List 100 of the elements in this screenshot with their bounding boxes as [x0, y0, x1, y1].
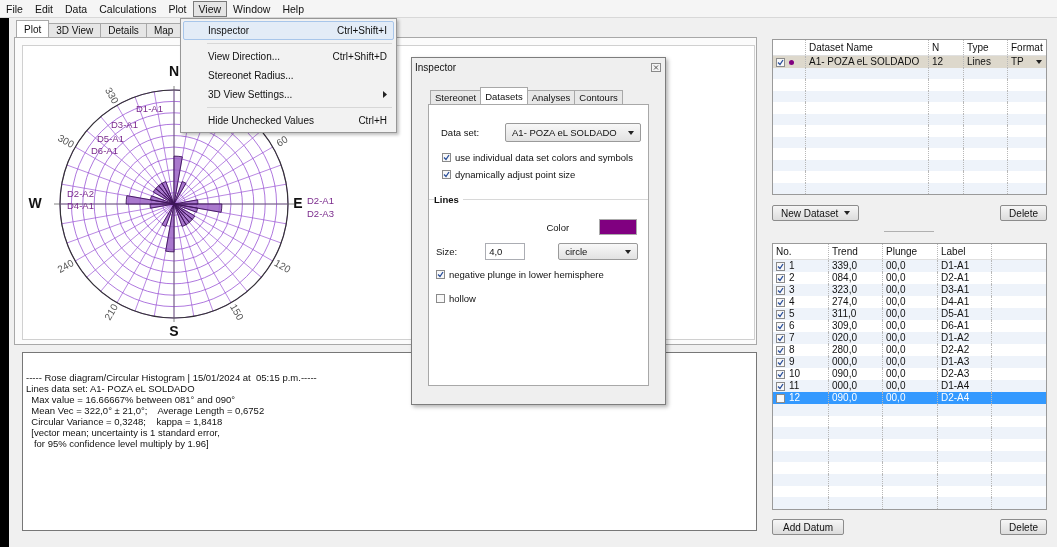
- point-label: D3-A1: [111, 119, 138, 130]
- degree-label: 300: [56, 132, 76, 150]
- table-cell: D5-A1: [938, 308, 992, 320]
- column-header[interactable]: Label: [938, 244, 992, 259]
- column-header[interactable]: Format: [1008, 40, 1046, 55]
- tab[interactable]: Stereonet: [430, 90, 482, 104]
- table-row[interactable]: 3 323,0 00,0 D3-A1: [773, 284, 1046, 296]
- table-cell: 323,0: [829, 284, 883, 296]
- tab[interactable]: Datasets: [480, 87, 528, 104]
- checkbox[interactable]: [776, 369, 785, 379]
- table-cell: 10: [789, 368, 801, 380]
- table-cell: 4: [789, 296, 795, 308]
- table-cell: D3-A1: [938, 284, 992, 296]
- column-header[interactable]: Trend: [829, 244, 883, 259]
- menu-item[interactable]: Calculations: [93, 0, 163, 17]
- menu-option[interactable]: View Direction... Ctrl+Shift+D: [183, 47, 394, 66]
- menu-item[interactable]: File: [0, 0, 29, 17]
- tab[interactable]: Map: [145, 23, 182, 37]
- menu-item[interactable]: View: [192, 0, 228, 17]
- output-line: Mean Vec = 322,0° ± 21,0°; Average Length = 0,6752: [30, 405, 266, 416]
- checkbox[interactable]: [776, 285, 785, 295]
- delete-button[interactable]: Delete: [1000, 205, 1047, 221]
- table-cell: 339,0: [829, 260, 883, 272]
- checkbox[interactable]: [776, 309, 785, 319]
- menu-option[interactable]: 3D View Settings...: [183, 85, 394, 104]
- table-row[interactable]: 7 020,0 00,0 D1-A2: [773, 332, 1046, 344]
- point-label: D1-A1: [136, 103, 163, 114]
- table-cell: 2: [789, 272, 795, 284]
- checkbox[interactable]: [776, 273, 785, 283]
- menu-item[interactable]: Edit: [28, 0, 59, 17]
- checkbox-label: dynamically adjust point size: [455, 169, 576, 180]
- tab[interactable]: Analyses: [526, 90, 576, 104]
- menu-option[interactable]: Stereonet Radius...: [183, 66, 394, 85]
- degree-label: 60: [274, 133, 290, 149]
- tab[interactable]: Contours: [574, 90, 623, 104]
- shortcut-label: Ctrl+H: [358, 115, 387, 126]
- tab[interactable]: 3D View: [48, 23, 102, 37]
- menu-option[interactable]: Hide Unchecked Values Ctrl+H: [183, 111, 394, 130]
- table-cell: 00,0: [883, 284, 938, 296]
- column-header[interactable]: Plunge: [883, 244, 938, 259]
- menu-item[interactable]: Data: [59, 0, 94, 17]
- output-line: Lines data set: A1- POZA eL SOLDADO: [26, 383, 196, 394]
- table-row[interactable]: 1 339,0 00,0 D1-A1: [773, 260, 1046, 272]
- checkbox[interactable]: [776, 261, 785, 271]
- shortcut-label: Ctrl+Shift+D: [332, 51, 387, 62]
- menu-item[interactable]: Help: [276, 0, 311, 17]
- checkbox[interactable]: [776, 333, 785, 343]
- output-line: [vector mean; uncertainty is 1 standard error,: [30, 427, 221, 438]
- checkbox[interactable]: [776, 321, 785, 331]
- table-cell: 8: [789, 344, 795, 356]
- table-cell: 12: [789, 392, 801, 404]
- symbol-dropdown[interactable]: circle: [558, 243, 639, 260]
- close-icon[interactable]: [651, 62, 661, 72]
- table-cell: 9: [789, 356, 795, 368]
- caret-icon: [1036, 60, 1042, 64]
- table-cell: 3: [789, 284, 795, 296]
- menu-item[interactable]: Window: [227, 0, 277, 17]
- size-field[interactable]: 4,0: [485, 243, 526, 260]
- checkbox[interactable]: [436, 294, 445, 303]
- group-title: Lines: [434, 194, 460, 205]
- color-swatch[interactable]: [599, 219, 638, 235]
- table-cell: TP: [1011, 56, 1024, 68]
- table-row[interactable]: 9 000,0 00,0 D1-A3: [773, 356, 1046, 368]
- tab[interactable]: Details: [100, 23, 147, 37]
- new-dataset-dropdown[interactable]: New Dataset: [772, 205, 860, 221]
- checkbox[interactable]: [776, 393, 785, 403]
- data-set-dropdown[interactable]: A1- POZA eL SOLDADO: [505, 123, 642, 142]
- table-cell: 311,0: [829, 308, 883, 320]
- degree-label: 210: [102, 302, 120, 322]
- tab[interactable]: Plot: [16, 20, 50, 37]
- table-cell: 020,0: [829, 332, 883, 344]
- menu-option[interactable]: Inspector Ctrl+Shift+I: [183, 21, 394, 40]
- checkbox[interactable]: [776, 57, 785, 67]
- add-datum-button[interactable]: Add Datum: [772, 519, 845, 535]
- column-header[interactable]: Type: [964, 40, 1008, 55]
- menu-item[interactable]: Plot: [162, 0, 193, 17]
- compass-label: E: [293, 195, 303, 211]
- column-header[interactable]: N: [929, 40, 964, 55]
- checkbox[interactable]: [776, 381, 785, 391]
- compass-label: N: [168, 63, 180, 79]
- point-label: D6-A1: [91, 145, 118, 156]
- delete-button[interactable]: Delete: [1000, 519, 1047, 535]
- degree-label: 150: [228, 302, 246, 322]
- checkbox[interactable]: [442, 153, 451, 162]
- table-row[interactable]: 5 311,0 00,0 D5-A1: [773, 308, 1046, 320]
- column-header[interactable]: No.: [773, 244, 829, 259]
- checkbox[interactable]: [442, 170, 451, 179]
- table-cell: 7: [789, 332, 795, 344]
- table-row[interactable]: 11 000,0 00,0 D1-A4: [773, 380, 1046, 392]
- column-header[interactable]: Dataset Name: [806, 40, 929, 55]
- table-cell: D1-A2: [938, 332, 992, 344]
- checkbox[interactable]: [776, 357, 785, 367]
- checkbox[interactable]: [776, 345, 785, 355]
- table-cell: D1-A1: [938, 260, 992, 272]
- menu-option-label: 3D View Settings...: [208, 89, 293, 100]
- checkbox[interactable]: [436, 270, 445, 279]
- checkbox[interactable]: [776, 297, 785, 307]
- output-line: for 95% confidence level multiply by 1.96]: [32, 438, 210, 449]
- output-line: Circular Variance = 0,3248; kappa = 1,8418: [30, 416, 224, 427]
- checkbox-label: negative plunge in lower hemisphere: [449, 269, 604, 280]
